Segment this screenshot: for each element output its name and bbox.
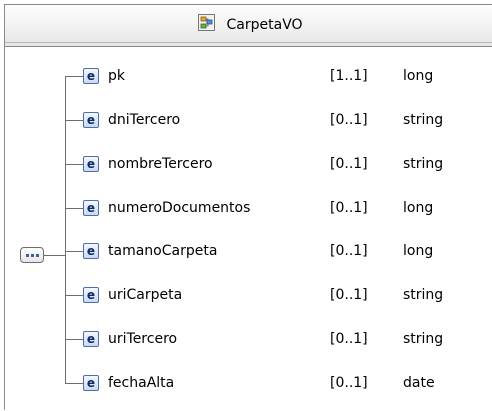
element-type: date — [403, 375, 435, 391]
element-row[interactable]: e fechaAlta [0..1] date — [5, 373, 492, 397]
element-name: numeroDocumentos — [108, 200, 251, 216]
element-type: long — [403, 200, 434, 216]
element-icon: e — [83, 112, 99, 128]
element-name: nombreTercero — [108, 156, 213, 172]
element-cardinality: [1..1] — [330, 68, 368, 84]
element-row[interactable]: e dniTercero [0..1] string — [5, 110, 492, 134]
element-row[interactable]: e tamanoCarpeta [0..1] long — [5, 241, 492, 265]
element-cardinality: [0..1] — [330, 375, 368, 391]
element-type: long — [403, 68, 434, 84]
element-row[interactable]: e uriCarpeta [0..1] string — [5, 285, 492, 309]
element-icon: e — [83, 156, 99, 172]
element-row[interactable]: e pk [1..1] long — [5, 66, 492, 90]
element-row[interactable]: e nombreTercero [0..1] string — [5, 154, 492, 178]
element-cardinality: [0..1] — [330, 112, 368, 128]
element-cardinality: [0..1] — [330, 331, 368, 347]
element-name: dniTercero — [108, 112, 181, 128]
element-tree: e pk [1..1] long e dniTercero [0..1] str… — [5, 47, 492, 411]
class-box: CarpetaVO e pk [1..1] long e dniTercero … — [4, 4, 492, 410]
element-icon: e — [83, 375, 99, 391]
element-row[interactable]: e uriTercero [0..1] string — [5, 329, 492, 353]
element-icon: e — [83, 331, 99, 347]
element-type: string — [403, 331, 444, 347]
element-type: long — [403, 243, 434, 259]
element-cardinality: [0..1] — [330, 200, 368, 216]
element-name: fechaAlta — [108, 375, 175, 391]
class-title-wrap: CarpetaVO — [5, 14, 492, 35]
element-icon: e — [83, 243, 99, 259]
element-cardinality: [0..1] — [330, 156, 368, 172]
tree-connectors — [44, 76, 83, 384]
element-type: string — [403, 287, 444, 303]
element-name: pk — [108, 68, 125, 84]
element-name: uriCarpeta — [108, 287, 183, 303]
element-cardinality: [0..1] — [330, 287, 368, 303]
complex-type-icon — [198, 14, 216, 35]
element-type: string — [403, 112, 444, 128]
element-icon: e — [83, 68, 99, 84]
class-header[interactable]: CarpetaVO — [5, 5, 492, 47]
element-type: string — [403, 156, 444, 172]
element-row[interactable]: e numeroDocumentos [0..1] long — [5, 198, 492, 222]
element-icon: e — [83, 200, 99, 216]
class-title: CarpetaVO — [226, 16, 303, 33]
element-name: uriTercero — [108, 331, 178, 347]
element-name: tamanoCarpeta — [108, 243, 218, 259]
element-icon: e — [83, 287, 99, 303]
element-cardinality: [0..1] — [330, 243, 368, 259]
